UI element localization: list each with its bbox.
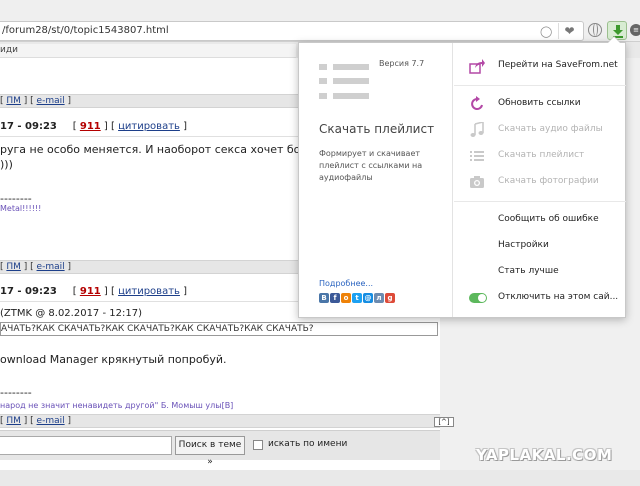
site-watermark: YAPLAKAL.COM — [476, 446, 613, 464]
quote-box: АЧАТЬ?КАК СКАЧАТЬ?КАК СКАЧАТЬ?КАК СКАЧАТ… — [0, 322, 438, 336]
list-icon — [470, 151, 484, 161]
post-number-link[interactable]: 911 — [80, 121, 101, 132]
scroll-top-button[interactable]: [^] — [434, 417, 454, 427]
heart-icon[interactable]: ❤ — [558, 23, 580, 39]
quote-header: (ZTMK @ 8.02.2017 - 12:17) — [0, 308, 142, 319]
menu-item-refresh-links[interactable]: Обновить ссылки — [454, 93, 626, 115]
signature: Metal!!!!!! — [0, 204, 42, 213]
menu-item-download-audio[interactable]: Скачать аудио файлы — [454, 119, 626, 141]
facebook-icon[interactable]: f — [330, 293, 340, 303]
menu-item-label: Сообщить об ошибке — [498, 214, 599, 224]
menu-icon[interactable]: ≡ — [630, 24, 640, 36]
search-by-name-label: искать по имени — [268, 439, 348, 449]
menu-item-label: Перейти на SaveFrom.net — [498, 60, 618, 70]
menu-item-go-to-site[interactable]: Перейти на SaveFrom.net — [454, 55, 626, 77]
share-icon — [469, 59, 485, 74]
mailru-icon[interactable]: @ — [363, 293, 373, 303]
bookmarks-row: иди — [0, 44, 296, 58]
quote-link[interactable]: цитировать — [118, 286, 180, 297]
logo-placeholder — [333, 78, 369, 84]
logo-placeholder — [333, 64, 369, 70]
pm-link[interactable]: ПМ — [6, 416, 21, 426]
popup-info-panel: Версия 7.7 Скачать плейлист Формирует и … — [299, 43, 453, 317]
quote-link[interactable]: цитировать — [118, 121, 180, 132]
odnoklassniki-icon[interactable]: о — [341, 293, 351, 303]
email-link[interactable]: e-mail — [37, 262, 65, 272]
feature-title: Скачать плейлист — [319, 122, 435, 136]
post-time: 17 - 09:23 — [0, 121, 57, 132]
post-text: ownload Manager крякнутый попробуй. — [0, 353, 227, 366]
search-button[interactable]: Поиск в теме » — [175, 436, 245, 467]
menu-item-label: Скачать плейлист — [498, 150, 585, 160]
menu-item-report-error[interactable]: Сообщить об ошибке — [454, 209, 626, 231]
email-link[interactable]: e-mail — [37, 416, 65, 426]
bookmark-text[interactable]: иди — [0, 45, 18, 55]
search-input[interactable] — [0, 436, 172, 455]
email-link[interactable]: e-mail — [37, 96, 65, 106]
menu-item-label: Настройки — [498, 240, 549, 250]
logo-placeholder — [319, 64, 327, 70]
menu-item-become-better[interactable]: Стать лучше — [454, 261, 626, 283]
menu-item-label: Стать лучше — [498, 266, 559, 276]
url-text: /forum28/st/0/topic1543807.html — [2, 25, 169, 36]
livejournal-icon[interactable]: л — [374, 293, 384, 303]
googleplus-icon[interactable]: g — [385, 293, 395, 303]
topic-search-bar: Поиск в теме » искать по имени — [0, 430, 440, 467]
version-label: Версия 7.7 — [379, 59, 425, 68]
browser-toolbar: /forum28/st/0/topic1543807.html ◯ ❤ ≡ — [0, 0, 640, 42]
feature-description: Формирует и скачивает плейлист с ссылкам… — [319, 149, 423, 182]
post-meta: 17 - 09:23 [ 911 ] [ цитировать ] — [0, 286, 188, 297]
post-text: руга не особо меняется. И наоборот секса… — [0, 143, 336, 156]
vk-icon[interactable]: В — [319, 293, 329, 303]
post-time: 17 - 09:23 — [0, 286, 57, 297]
music-note-icon — [470, 122, 484, 137]
menu-item-download-playlist[interactable]: Скачать плейлист — [454, 145, 626, 167]
menu-separator — [454, 201, 626, 202]
globe-icon[interactable] — [588, 23, 602, 37]
search-by-name-checkbox[interactable] — [253, 440, 263, 450]
camera-icon — [470, 176, 484, 188]
refresh-icon — [471, 96, 483, 110]
menu-separator — [454, 85, 626, 86]
menu-item-label: Обновить ссылки — [498, 98, 581, 108]
post-links-bar: [ ПМ ] [ e-mail ] — [0, 414, 440, 428]
signature-divider: -------- — [0, 386, 32, 399]
popup-menu: Перейти на SaveFrom.net Обновить ссылки … — [454, 43, 626, 317]
more-link[interactable]: Подробнее... — [319, 279, 373, 288]
logo-placeholder — [319, 93, 327, 99]
post-number-link[interactable]: 911 — [80, 286, 101, 297]
menu-item-label: Скачать фотографии — [498, 176, 599, 186]
signature: народ не значит ненавидеть другой" Б. Мо… — [0, 401, 234, 410]
menu-item-disable-site[interactable]: Отключить на этом сай... — [454, 287, 626, 309]
address-bar[interactable]: /forum28/st/0/topic1543807.html ◯ ❤ — [0, 21, 584, 41]
pm-link[interactable]: ПМ — [6, 262, 21, 272]
menu-item-download-photos[interactable]: Скачать фотографии — [454, 171, 626, 193]
pm-link[interactable]: ПМ — [6, 96, 21, 106]
toggle-switch[interactable] — [469, 293, 487, 303]
post-meta: 17 - 09:23 [ 911 ] [ цитировать ] — [0, 121, 188, 132]
menu-item-settings[interactable]: Настройки — [454, 235, 626, 257]
logo-placeholder — [333, 93, 369, 99]
quote-text: АЧАТЬ?КАК СКАЧАТЬ?КАК СКАЧАТЬ?КАК СКАЧАТ… — [1, 324, 314, 334]
shield-icon[interactable]: ◯ — [540, 25, 552, 38]
twitter-icon[interactable]: t — [352, 293, 362, 303]
logo-placeholder — [319, 78, 327, 84]
post-text: ))) — [0, 158, 13, 171]
menu-item-label: Отключить на этом сай... — [498, 292, 619, 302]
menu-item-label: Скачать аудио файлы — [498, 124, 603, 134]
savefrom-popup: Версия 7.7 Скачать плейлист Формирует и … — [298, 36, 626, 318]
